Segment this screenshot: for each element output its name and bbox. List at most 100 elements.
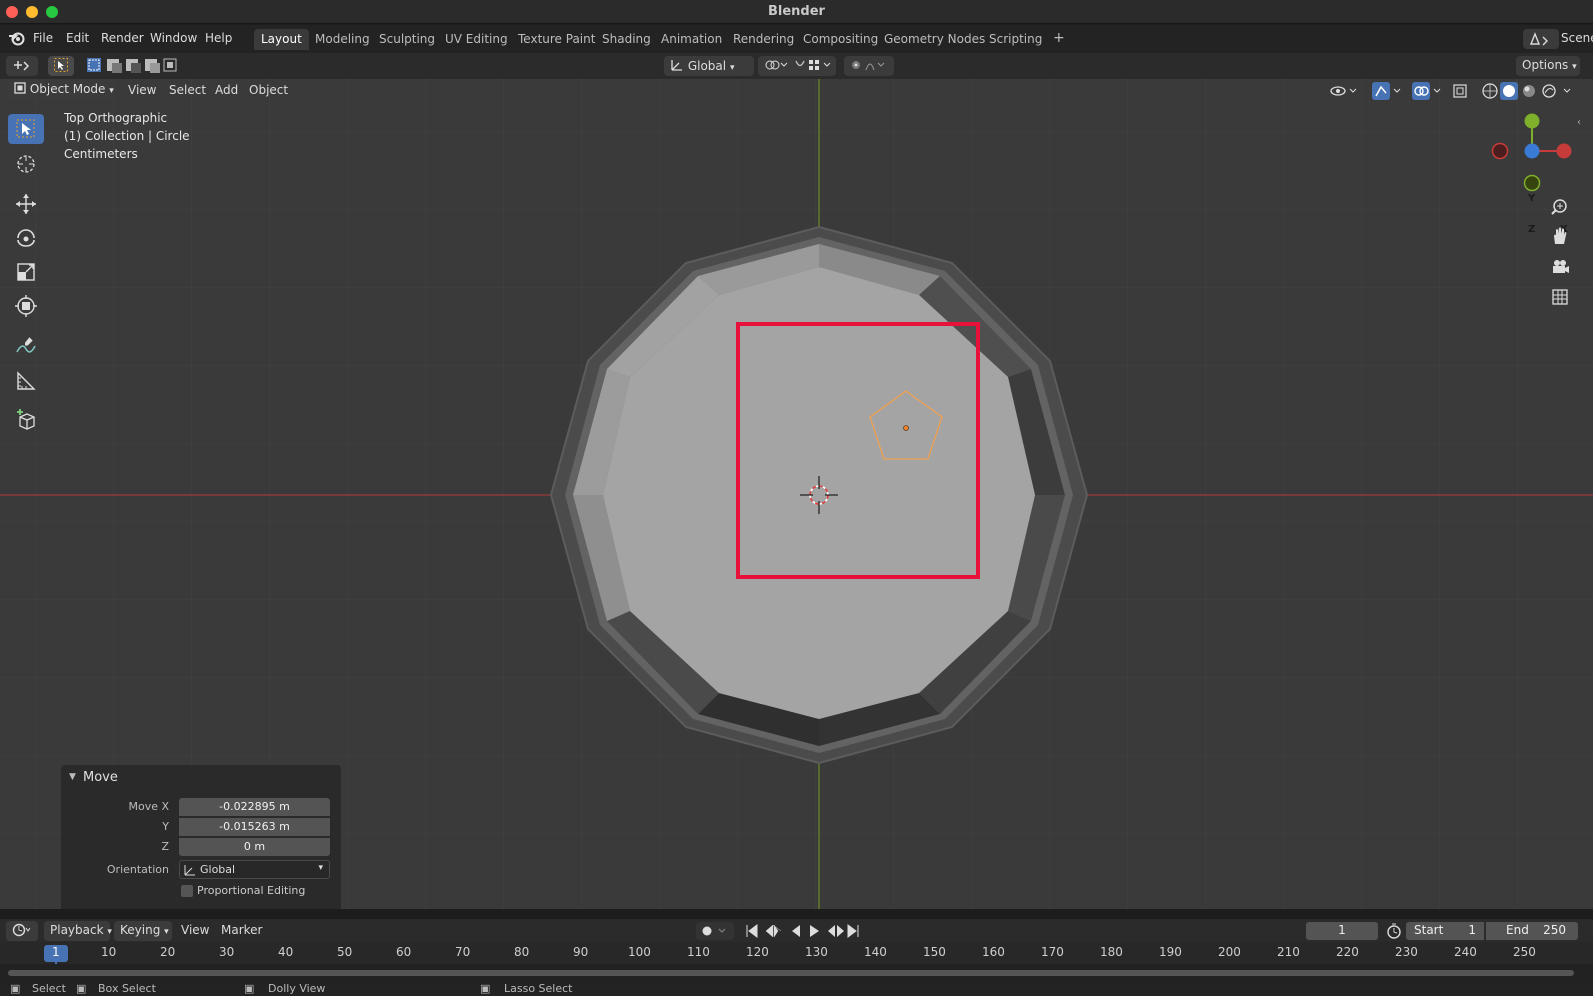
current-frame-field[interactable]: 1 [1306, 922, 1378, 940]
zoom-icon [1551, 199, 1567, 215]
timeline-ruler[interactable]: 1 10 20 30 40 50 60 70 80 90 100 110 120… [0, 942, 1593, 966]
tab-geometry-nodes[interactable]: Geometry Nodes [877, 29, 992, 50]
timeline-scrollbar[interactable] [8, 970, 1574, 976]
mouse-right-icon: ▣ [480, 982, 491, 995]
timeline-editor-type-button[interactable] [6, 921, 38, 941]
grid-icon [1552, 289, 1568, 305]
tab-shading[interactable]: Shading [595, 29, 658, 50]
annotate-tool[interactable] [8, 331, 44, 361]
orthographic-toggle-button[interactable] [1546, 284, 1574, 310]
menu-file[interactable]: File [33, 31, 53, 45]
menu-help[interactable]: Help [205, 31, 232, 45]
orientation-label: Orientation [106, 863, 169, 876]
units-label: Centimeters [64, 147, 138, 161]
gizmo-y-axis[interactable] [1524, 113, 1540, 129]
playback-menu[interactable]: Playback ▾ [44, 921, 112, 941]
orientation-value: Global [200, 863, 236, 876]
object-mode-label: Object Mode [29, 82, 106, 96]
zoom-view-button[interactable] [1546, 194, 1574, 220]
tab-sculpting[interactable]: Sculpting [372, 29, 442, 50]
tab-animation[interactable]: Animation [654, 29, 729, 50]
tab-uv-editing[interactable]: UV Editing [438, 29, 515, 50]
timeline-header: Playback ▾ Keying ▾ View Marker 1 Start … [0, 918, 1593, 942]
options-dropdown[interactable]: Options ▾ [1516, 56, 1580, 76]
measure-tool[interactable] [8, 366, 44, 396]
snap-toggle[interactable] [788, 56, 836, 76]
camera-view-button[interactable] [1546, 254, 1574, 280]
keying-menu[interactable]: Keying ▾ [114, 921, 172, 941]
start-frame-field[interactable]: Start 1 [1406, 922, 1484, 940]
status-box-select: Box Select [98, 982, 156, 995]
menu-render[interactable]: Render [101, 31, 144, 45]
move-tool[interactable] [8, 189, 44, 219]
move-y-field[interactable]: -0.015263 m [179, 818, 330, 836]
tab-scripting[interactable]: Scripting [982, 29, 1049, 50]
timeline-view-menu[interactable]: View [181, 923, 209, 937]
object-mode-dropdown[interactable]: Object Mode ▾ [8, 80, 116, 100]
tab-rendering[interactable]: Rendering [726, 29, 801, 50]
playback-controls-icons[interactable] [744, 922, 864, 940]
gizmo-neg-y-axis[interactable] [1523, 174, 1541, 192]
timeline-marker-menu[interactable]: Marker [221, 923, 262, 937]
timeline-tick: 170 [1041, 945, 1064, 959]
move-y-label: Y [162, 820, 169, 833]
timeline-tick: 10 [101, 945, 117, 959]
start-value: 1 [1468, 923, 1476, 937]
playback-controls [744, 922, 864, 943]
panel-collapse-icon[interactable]: ▼ [69, 772, 76, 782]
transform-orientation-dropdown[interactable]: Global ▾ [664, 56, 754, 76]
sidebar-toggle-chevron-icon[interactable]: ‹ [1577, 117, 1589, 133]
gizmo-z-axis[interactable] [1524, 143, 1540, 159]
tab-compositing[interactable]: Compositing [796, 29, 885, 50]
orientation-icon [184, 865, 195, 876]
proportional-editing-label: Proportional Editing [197, 884, 306, 897]
blender-logo-icon[interactable] [8, 31, 26, 47]
editor-type-button[interactable] [6, 56, 38, 76]
end-frame-field[interactable]: End 250 [1486, 922, 1578, 940]
selection-mode-icons[interactable] [86, 56, 180, 76]
auto-keying-toggle[interactable] [696, 922, 734, 940]
pivot-point-icon [765, 60, 788, 70]
scale-tool[interactable] [8, 257, 44, 287]
tab-modeling[interactable]: Modeling [308, 29, 377, 50]
orientation-dropdown[interactable]: Global ▾ [179, 860, 330, 879]
annotate-icon [16, 337, 36, 353]
move-icon [16, 194, 36, 214]
menu-window[interactable]: Window [150, 31, 197, 45]
gizmo-neg-x-axis[interactable] [1491, 142, 1509, 160]
scene-name[interactable]: Scene [1561, 31, 1593, 45]
move-x-field[interactable]: -0.022895 m [179, 798, 330, 816]
viewport-menu-add[interactable]: Add [215, 83, 238, 97]
end-value: 250 [1543, 923, 1566, 937]
move-z-field[interactable]: 0 m [179, 838, 330, 856]
add-workspace-button[interactable]: + [1046, 29, 1072, 50]
proportional-editing-toggle[interactable] [844, 56, 894, 76]
menu-edit[interactable]: Edit [66, 31, 89, 45]
end-label: End [1506, 923, 1529, 937]
tab-texture-paint[interactable]: Texture Paint [511, 29, 602, 50]
scene-selector-button[interactable] [1523, 29, 1559, 49]
proportional-editing-checkbox[interactable] [181, 885, 193, 897]
viewport-menu-select[interactable]: Select [169, 83, 206, 97]
rotate-tool[interactable] [8, 223, 44, 253]
add-cube-tool[interactable] [8, 405, 44, 435]
selection-mode-group [86, 56, 180, 79]
select-box-tool[interactable] [8, 114, 44, 144]
viewport-menu-view[interactable]: View [128, 83, 156, 97]
proportional-editing-icon [852, 61, 885, 71]
active-tool-button[interactable] [48, 56, 74, 76]
timeline-tick: 70 [455, 945, 471, 959]
preview-range-toggle[interactable] [1384, 922, 1404, 940]
timeline-tick: 110 [687, 945, 710, 959]
transform-icon [15, 295, 37, 317]
tab-layout[interactable]: Layout [254, 29, 309, 50]
cursor-tool[interactable] [8, 149, 44, 179]
collection-label: (1) Collection | Circle [64, 129, 190, 143]
top-menu-bar: File Edit Render Window Help Layout Mode… [0, 25, 1593, 53]
viewport-display-icons[interactable] [1328, 81, 1578, 101]
gizmo-x-axis[interactable] [1556, 143, 1572, 159]
pan-view-button[interactable] [1546, 224, 1574, 250]
viewport-menu-object[interactable]: Object [249, 83, 288, 97]
transform-tool[interactable] [8, 291, 44, 321]
add-cube-icon [17, 409, 35, 430]
